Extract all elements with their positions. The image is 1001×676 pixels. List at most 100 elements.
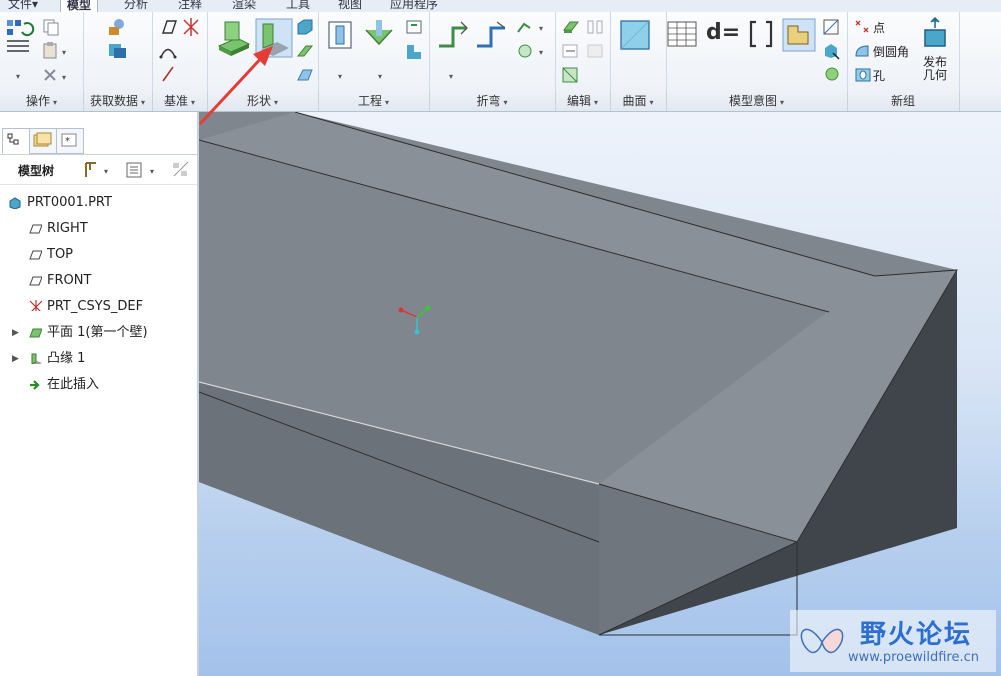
- punch-icon[interactable]: [362, 18, 396, 52]
- extrude-wall-icon[interactable]: [295, 18, 315, 36]
- settings-tools-icon[interactable]: ▾: [82, 160, 116, 180]
- bend-back-icon[interactable]: [515, 42, 535, 60]
- user-defined-feature-icon[interactable]: [107, 18, 129, 36]
- sketch-icon[interactable]: [158, 42, 178, 60]
- tab-model-tree[interactable]: [2, 128, 30, 154]
- watermark-title: 野火论坛: [860, 620, 973, 650]
- point-icon[interactable]: [853, 18, 873, 36]
- paste-icon[interactable]: ▾: [42, 42, 72, 60]
- group-label-model-intent[interactable]: 模型意图 ▾: [666, 92, 848, 111]
- tab-view[interactable]: 视图: [332, 0, 368, 12]
- component-interface-icon[interactable]: [782, 18, 816, 52]
- planar-wall-icon: [29, 328, 42, 338]
- edge-bend-icon[interactable]: [473, 18, 509, 52]
- publish-geometry-button[interactable]: 发布 几何: [923, 56, 947, 82]
- thicken-icon[interactable]: [561, 18, 581, 36]
- datum-axis-icon[interactable]: [158, 64, 178, 84]
- round-icon[interactable]: [853, 42, 873, 60]
- corner-relief-icon[interactable]: [404, 42, 424, 62]
- svg-text:▾: ▾: [62, 48, 66, 57]
- tab-file[interactable]: 文件▾: [2, 0, 44, 12]
- tab-folder-browser[interactable]: [29, 128, 57, 154]
- svg-text:▾: ▾: [62, 73, 66, 82]
- round-button[interactable]: 倒圆角: [873, 43, 909, 60]
- group-label-bend[interactable]: 折弯 ▾: [429, 92, 556, 111]
- chevron-down-icon[interactable]: ▾: [539, 48, 543, 57]
- group-label-operations[interactable]: 操作 ▾: [0, 92, 84, 111]
- group-label-surface[interactable]: 曲面 ▾: [610, 92, 667, 111]
- regenerate-icon[interactable]: [6, 18, 36, 58]
- publish-geometry-icon[interactable]: [919, 16, 951, 50]
- expand-arrow-icon[interactable]: ▶: [12, 322, 19, 344]
- copy-icon[interactable]: [42, 18, 62, 36]
- merge-icon[interactable]: [585, 42, 605, 60]
- svg-text:▾: ▾: [104, 167, 108, 176]
- bend-icon[interactable]: [435, 18, 471, 52]
- chevron-down-icon: ▾: [141, 98, 146, 107]
- datum-plane-icon: [29, 250, 42, 260]
- tab-analysis[interactable]: 分析: [118, 0, 154, 12]
- folder-icon: [33, 132, 52, 147]
- group-label-edit[interactable]: 编辑 ▾: [555, 92, 611, 111]
- favorites-icon: *: [61, 133, 77, 147]
- datum-plane-icon: [29, 224, 42, 234]
- chevron-down-icon[interactable]: ▾: [378, 72, 382, 81]
- chevron-down-icon[interactable]: ▾: [16, 72, 20, 81]
- datum-plane-icon[interactable]: [158, 18, 178, 36]
- group-new-group: 点 倒圆角 孔 发布 几何: [847, 12, 960, 92]
- group-label-engineering[interactable]: 工程 ▾: [318, 92, 430, 111]
- tab-favorites[interactable]: *: [56, 128, 84, 154]
- parameters-icon[interactable]: [746, 18, 776, 50]
- sheetmetal-model: [199, 112, 958, 636]
- chevron-down-icon[interactable]: ▾: [449, 72, 453, 81]
- notch-icon[interactable]: [404, 18, 424, 36]
- group-label-get-data[interactable]: 获取数据 ▾: [83, 92, 153, 111]
- hole-icon[interactable]: [853, 66, 873, 84]
- annotation-arrow: [198, 46, 273, 126]
- blend-wall-icon[interactable]: [295, 66, 315, 84]
- point-button[interactable]: 点: [873, 19, 885, 36]
- ribbon-group-bar: 操作 ▾ 获取数据 ▾ 基准 ▾ 形状 ▾ 工程 ▾ 折弯 ▾ 编辑 ▾ 曲面 ▾ 模型意图 ▾ …: [0, 92, 1001, 112]
- extend-icon[interactable]: [561, 42, 581, 60]
- tab-render[interactable]: 渲染: [226, 0, 262, 12]
- tab-applications[interactable]: 应用程序: [384, 0, 444, 12]
- group-bend: ▾ ▾ ▾: [429, 12, 556, 92]
- family-table-icon[interactable]: [666, 18, 698, 50]
- revolve-wall-icon[interactable]: [295, 42, 315, 60]
- chevron-down-icon[interactable]: ▾: [338, 72, 342, 81]
- copy-geometry-icon[interactable]: [107, 42, 129, 60]
- unbend-icon[interactable]: [515, 18, 535, 36]
- watermark-url: www.proewildfire.cn: [848, 650, 979, 665]
- surface-fill-icon[interactable]: [618, 18, 652, 52]
- tab-annotate[interactable]: 注释: [172, 0, 208, 12]
- csys-icon: [29, 300, 42, 311]
- delete-icon[interactable]: ▾: [42, 68, 72, 84]
- switch-dimensions-icon[interactable]: [822, 18, 842, 36]
- butterfly-logo-icon: [800, 628, 844, 654]
- chevron-down-icon: ▾: [649, 98, 654, 107]
- insert-here-icon: [30, 380, 40, 390]
- hole-button[interactable]: 孔: [873, 67, 885, 84]
- show-list-icon[interactable]: ▾: [124, 160, 160, 180]
- watermark: 野火论坛 www.proewildfire.cn: [790, 610, 996, 672]
- chevron-down-icon: ▾: [385, 98, 390, 107]
- relations-button[interactable]: d=: [706, 20, 740, 45]
- tree-filter-icon[interactable]: [170, 160, 192, 180]
- tab-tools[interactable]: 工具: [280, 0, 316, 12]
- graphics-viewport[interactable]: [199, 112, 1001, 676]
- group-edit: [555, 12, 611, 92]
- csys-icon[interactable]: [180, 16, 202, 38]
- flange-icon: [31, 353, 42, 364]
- flatten-icon[interactable]: [561, 66, 581, 84]
- model-tree-icon: [7, 133, 19, 145]
- model-tree-toolbar: 模型树 ▾ ▾: [0, 156, 197, 185]
- part-icon: [9, 197, 21, 209]
- cut-icon[interactable]: [324, 18, 356, 52]
- feature-copy-icon[interactable]: [822, 42, 842, 60]
- chevron-down-icon: ▾: [594, 98, 599, 107]
- mirror-icon[interactable]: [585, 18, 605, 36]
- sphere-icon[interactable]: [824, 66, 840, 82]
- expand-arrow-icon[interactable]: ▶: [12, 348, 19, 370]
- chevron-down-icon[interactable]: ▾: [539, 24, 543, 33]
- group-label-new-group[interactable]: 新组: [847, 92, 960, 111]
